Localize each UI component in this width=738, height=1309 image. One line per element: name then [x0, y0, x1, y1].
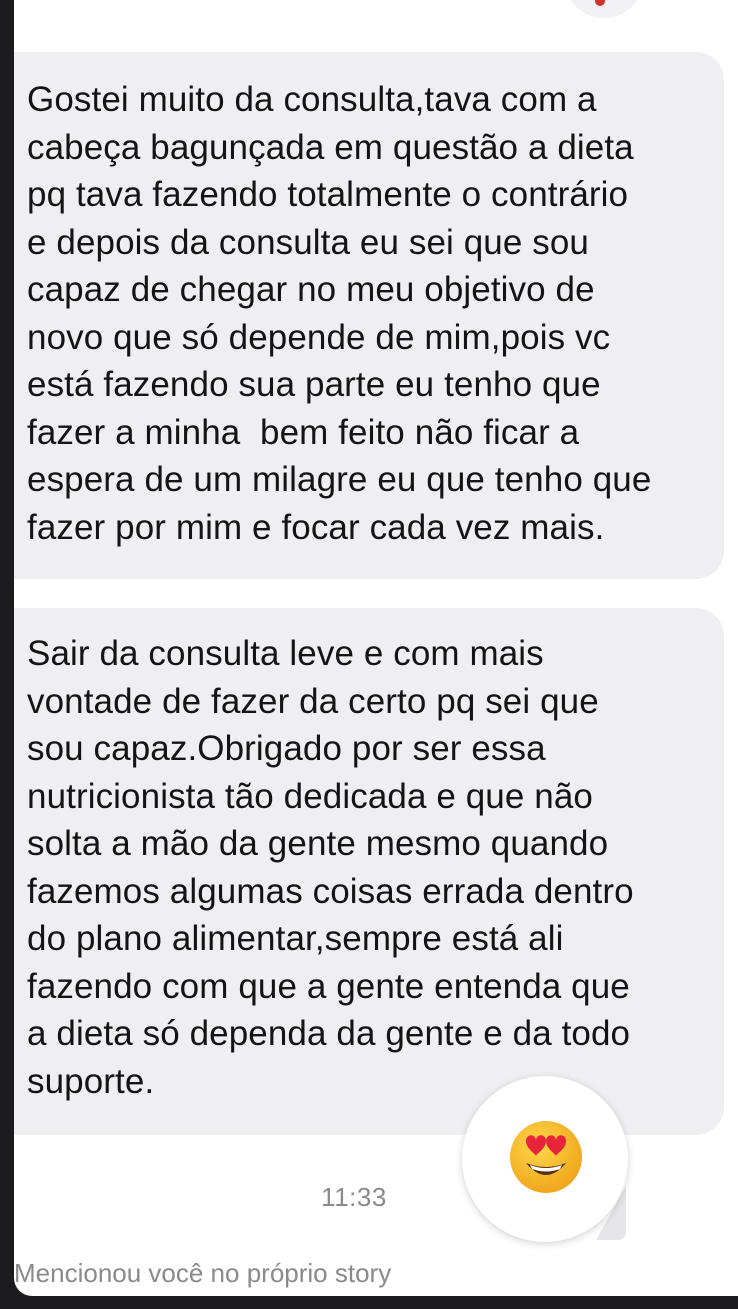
story-mention-label: Mencionou você no próprio story [14, 1258, 392, 1288]
message-text: Sair da consulta leve e com mais vontade… [27, 634, 634, 1101]
message-bubble[interactable]: Sair da consulta leve e com mais vontade… [14, 608, 724, 1135]
message-text: Gostei muito da consulta,tava com a cabe… [27, 80, 652, 547]
message-bubble[interactable]: Gostei muito da consulta,tava com a cabe… [14, 52, 724, 579]
timestamp-text: 11:33 [321, 1182, 387, 1212]
message-timestamp: 11:33 [0, 1182, 724, 1213]
